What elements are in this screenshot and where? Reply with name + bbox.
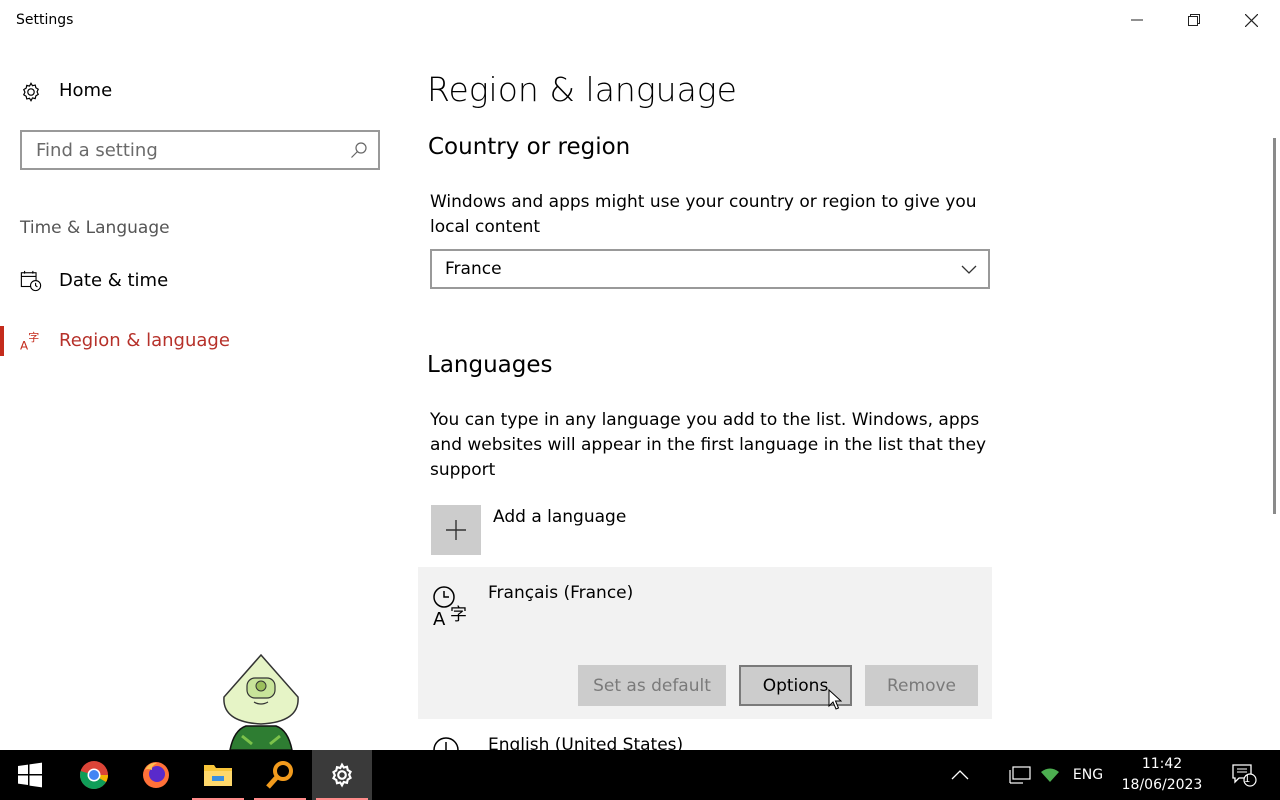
language-item-selected[interactable]: A 字 Français (France) Set as default Opt… <box>418 567 992 719</box>
sidebar-item-home[interactable]: Home <box>0 74 400 110</box>
action-center-button[interactable]: 1 <box>1224 750 1264 800</box>
notification-count: 1 <box>1244 774 1251 785</box>
language-name: English (United States) <box>488 735 684 750</box>
sidebar-section-label: Time & Language <box>20 218 170 238</box>
language-name: Français (France) <box>488 583 634 603</box>
mascot-image <box>223 653 299 750</box>
language-time-icon <box>433 737 459 750</box>
sidebar-item-label: Home <box>59 80 113 101</box>
set-as-default-button[interactable]: Set as default <box>578 665 726 706</box>
page-title: Region & language <box>427 70 737 109</box>
country-dropdown[interactable]: France <box>430 249 990 289</box>
network-icon <box>1041 768 1059 782</box>
firefox-icon <box>143 762 169 788</box>
clock-time: 11:42 <box>1141 756 1183 772</box>
language-icon: A 字 <box>20 330 39 352</box>
taskbar-file-explorer[interactable] <box>188 750 248 800</box>
languages-description: You can type in any language you add to … <box>430 410 987 480</box>
calendar-clock-icon <box>20 270 42 292</box>
main-content: Region & language Country or region Wind… <box>400 40 1280 750</box>
settings-icon <box>332 762 352 788</box>
file-explorer-icon <box>204 765 232 786</box>
svg-text:A: A <box>433 609 446 627</box>
tray-network[interactable] <box>1036 750 1064 800</box>
search-input[interactable] <box>22 132 342 168</box>
svg-text:字: 字 <box>450 605 467 625</box>
sidebar-item-region-language[interactable]: A 字 Region & language <box>0 319 400 363</box>
show-hidden-icons-button[interactable] <box>944 750 976 800</box>
start-icon <box>18 762 42 788</box>
remove-button[interactable]: Remove <box>865 665 978 706</box>
input-language-indicator[interactable]: ENG <box>1068 750 1108 800</box>
tray-display[interactable] <box>1004 750 1036 800</box>
add-language-label: Add a language <box>493 507 627 527</box>
minimize-icon <box>1131 19 1143 21</box>
plus-tile <box>431 505 481 555</box>
clock[interactable]: 11:42 18/06/2023 <box>1110 754 1214 796</box>
sidebar-item-date-time[interactable]: Date & time <box>0 259 400 303</box>
search-app-icon <box>266 761 293 789</box>
scrollbar[interactable] <box>1273 138 1276 514</box>
clock-date: 18/06/2023 <box>1121 777 1203 793</box>
minimize-button[interactable] <box>1109 0 1165 40</box>
taskbar: ENG 11:42 18/06/2023 1 <box>0 750 1280 800</box>
taskbar-firefox[interactable] <box>126 750 186 800</box>
close-button[interactable] <box>1223 0 1279 40</box>
chrome-icon <box>80 761 108 789</box>
search-icon[interactable] <box>350 141 368 159</box>
add-language-button[interactable]: Add a language <box>430 505 830 555</box>
taskbar-search-app[interactable] <box>250 750 310 800</box>
taskbar-settings[interactable] <box>312 750 372 800</box>
restore-button[interactable] <box>1166 0 1222 40</box>
country-heading: Country or region <box>428 134 631 160</box>
start-button[interactable] <box>0 750 60 800</box>
search-box[interactable] <box>20 130 380 170</box>
close-icon <box>1244 13 1258 27</box>
mouse-cursor-icon <box>828 689 842 710</box>
sidebar: Home Time & Language Date & time A 字 Reg… <box>0 40 400 750</box>
language-item[interactable]: English (United States) <box>430 734 990 750</box>
active-indicator <box>0 326 4 356</box>
sidebar-item-label: Region & language <box>59 330 230 351</box>
title-bar: Settings <box>0 0 1280 40</box>
chevron-up-icon <box>951 770 969 780</box>
svg-text:字: 字 <box>28 330 39 344</box>
country-description: Windows and apps might use your country … <box>430 192 977 237</box>
chevron-down-icon <box>961 265 977 274</box>
taskbar-chrome[interactable] <box>64 750 124 800</box>
plus-icon <box>446 520 466 540</box>
display-icon <box>1009 766 1031 784</box>
country-selected-value: France <box>445 259 502 279</box>
gear-icon <box>22 82 40 102</box>
language-time-icon: A 字 <box>433 586 467 627</box>
sidebar-item-label: Date & time <box>59 270 169 291</box>
restore-icon <box>1188 14 1200 26</box>
app-title: Settings <box>16 12 74 28</box>
languages-heading: Languages <box>427 352 553 378</box>
